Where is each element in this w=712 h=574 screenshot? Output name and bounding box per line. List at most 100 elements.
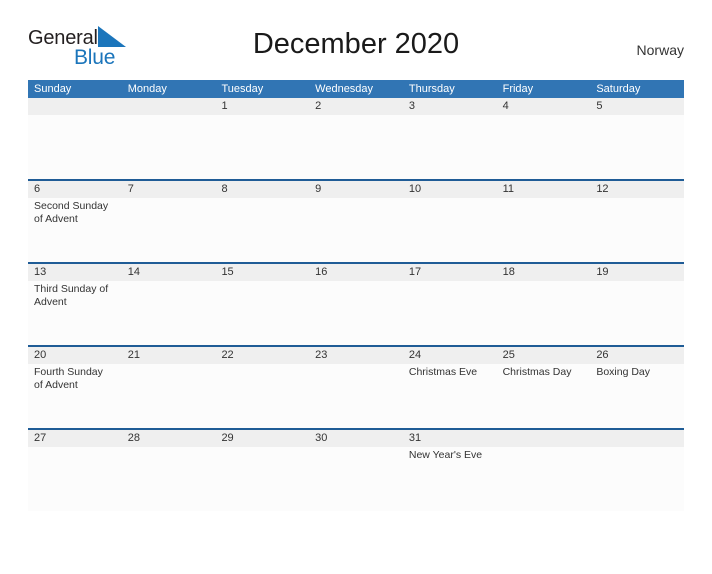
weekday-header-thursday: Thursday	[408, 83, 455, 95]
day-number-16[interactable]: 16	[309, 264, 403, 281]
day-number-18[interactable]: 18	[497, 264, 591, 281]
day-cell-28[interactable]	[122, 447, 216, 511]
day-cell-30[interactable]	[309, 447, 403, 511]
week-date-band: 20 21 22 23 24 25 26	[28, 347, 684, 364]
day-number-19[interactable]: 19	[590, 264, 684, 281]
day-number-3[interactable]: 3	[403, 98, 497, 115]
day-cell-10[interactable]	[403, 198, 497, 262]
calendar-week-row: 13 14 15 16 17 18 19 Third Sunday of Advent	[28, 262, 684, 345]
day-cell-7[interactable]	[122, 198, 216, 262]
weekday-header-tuesday: Tuesday	[221, 83, 264, 95]
day-cell-12[interactable]	[590, 198, 684, 262]
day-cell-empty	[122, 115, 216, 179]
calendar-week-row: 20 21 22 23 24 25 26 Fourth Sunday of Advent Chr…	[28, 345, 684, 428]
day-number-25[interactable]: 25	[497, 347, 591, 364]
day-number-21[interactable]: 21	[122, 347, 216, 364]
day-cell-25[interactable]: Christmas Day	[497, 364, 591, 428]
calendar-week-row: 6 7 8 9 10 11 12 Second Sunday of Advent	[28, 179, 684, 262]
day-cell-6[interactable]: Second Sunday of Advent	[28, 198, 122, 262]
day-number-empty	[122, 98, 216, 115]
day-cell-27[interactable]	[28, 447, 122, 511]
day-number-12[interactable]: 12	[590, 181, 684, 198]
day-number-15[interactable]: 15	[215, 264, 309, 281]
day-cell-14[interactable]	[122, 281, 216, 345]
week-date-band: 13 14 15 16 17 18 19	[28, 264, 684, 281]
country-label: Norway	[636, 42, 684, 58]
week-event-band: New Year's Eve	[28, 447, 684, 511]
week-date-band: 6 7 8 9 10 11 12	[28, 181, 684, 198]
week-date-band: 27 28 29 30 31	[28, 430, 684, 447]
day-number-empty	[28, 98, 122, 115]
day-cell-20[interactable]: Fourth Sunday of Advent	[28, 364, 122, 428]
weekday-header-row: Sunday Monday Tuesday Wednesday Thursday Frid…	[28, 80, 684, 98]
day-cell-22[interactable]	[215, 364, 309, 428]
day-cell-23[interactable]	[309, 364, 403, 428]
day-cell-3[interactable]	[403, 115, 497, 179]
week-date-band: 12345	[28, 98, 684, 115]
day-number-4[interactable]: 4	[497, 98, 591, 115]
day-number-11[interactable]: 11	[497, 181, 591, 198]
day-number-9[interactable]: 9	[309, 181, 403, 198]
day-cell-5[interactable]	[590, 115, 684, 179]
day-cell-18[interactable]	[497, 281, 591, 345]
week-event-band	[28, 115, 684, 179]
day-cell-empty	[590, 447, 684, 511]
day-number-30[interactable]: 30	[309, 430, 403, 447]
day-cell-11[interactable]	[497, 198, 591, 262]
weekday-header-wednesday: Wednesday	[315, 83, 374, 95]
day-number-26[interactable]: 26	[590, 347, 684, 364]
day-number-14[interactable]: 14	[122, 264, 216, 281]
holiday-label: Third Sunday of Advent	[34, 283, 109, 308]
day-number-6[interactable]: 6	[28, 181, 122, 198]
calendar-week-row: 27 28 29 30 31 New Year's Eve	[28, 428, 684, 511]
calendar-page: General Blue December 2020 Norway Sunday…	[0, 24, 712, 574]
page-title: December 2020	[252, 28, 460, 60]
weekday-header-friday: Friday	[502, 83, 534, 95]
holiday-label: Christmas Eve	[408, 366, 478, 378]
day-cell-4[interactable]	[497, 115, 591, 179]
day-cell-2[interactable]	[309, 115, 403, 179]
day-number-10[interactable]: 10	[403, 181, 497, 198]
day-cell-empty	[497, 447, 591, 511]
day-cell-15[interactable]	[215, 281, 309, 345]
calendar-weeks: 1 2 3 4 5 6 7 8 9 10 11 12 Second Sunday of Advent 13…	[28, 98, 684, 511]
calendar-grid: Sunday Monday Tuesday Wednesday Thursday Frid…	[28, 80, 684, 511]
day-number-8[interactable]: 8	[215, 181, 309, 198]
day-number-5[interactable]: 5	[590, 98, 684, 115]
day-cell-1[interactable]	[215, 115, 309, 179]
holiday-label: New Year's Eve	[408, 449, 483, 461]
day-number-31[interactable]: 31	[403, 430, 497, 447]
day-number-20[interactable]: 20	[28, 347, 122, 364]
day-cell-31[interactable]: New Year's Eve	[403, 447, 497, 511]
day-number-27[interactable]: 27	[28, 430, 122, 447]
day-cell-26[interactable]: Boxing Day	[590, 364, 684, 428]
day-cell-24[interactable]: Christmas Eve	[403, 364, 497, 428]
day-number-2[interactable]: 2	[309, 98, 403, 115]
day-cell-21[interactable]	[122, 364, 216, 428]
week-event-band: Second Sunday of Advent	[28, 198, 684, 262]
day-number-7[interactable]: 7	[122, 181, 216, 198]
day-number-28[interactable]: 28	[122, 430, 216, 447]
holiday-label: Fourth Sunday of Advent	[34, 366, 103, 391]
day-number-empty	[590, 430, 684, 447]
page-header: General Blue December 2020 Norway	[28, 24, 684, 76]
week-event-band: Third Sunday of Advent	[28, 281, 684, 345]
day-cell-9[interactable]	[309, 198, 403, 262]
day-cell-16[interactable]	[309, 281, 403, 345]
holiday-label: Second Sunday of Advent	[34, 200, 109, 225]
day-number-17[interactable]: 17	[403, 264, 497, 281]
day-number-24[interactable]: 24	[403, 347, 497, 364]
day-number-13[interactable]: 13	[28, 264, 122, 281]
day-cell-8[interactable]	[215, 198, 309, 262]
day-cell-13[interactable]: Third Sunday of Advent	[28, 281, 122, 345]
day-cell-empty	[28, 115, 122, 179]
day-number-23[interactable]: 23	[309, 347, 403, 364]
holiday-label: Boxing Day	[596, 366, 651, 378]
day-cell-29[interactable]	[215, 447, 309, 511]
day-number-29[interactable]: 29	[215, 430, 309, 447]
day-cell-17[interactable]	[403, 281, 497, 345]
day-number-22[interactable]: 22	[215, 347, 309, 364]
day-number-1[interactable]: 1	[215, 98, 309, 115]
day-cell-19[interactable]	[590, 281, 684, 345]
weekday-header-sunday: Sunday	[34, 83, 72, 95]
